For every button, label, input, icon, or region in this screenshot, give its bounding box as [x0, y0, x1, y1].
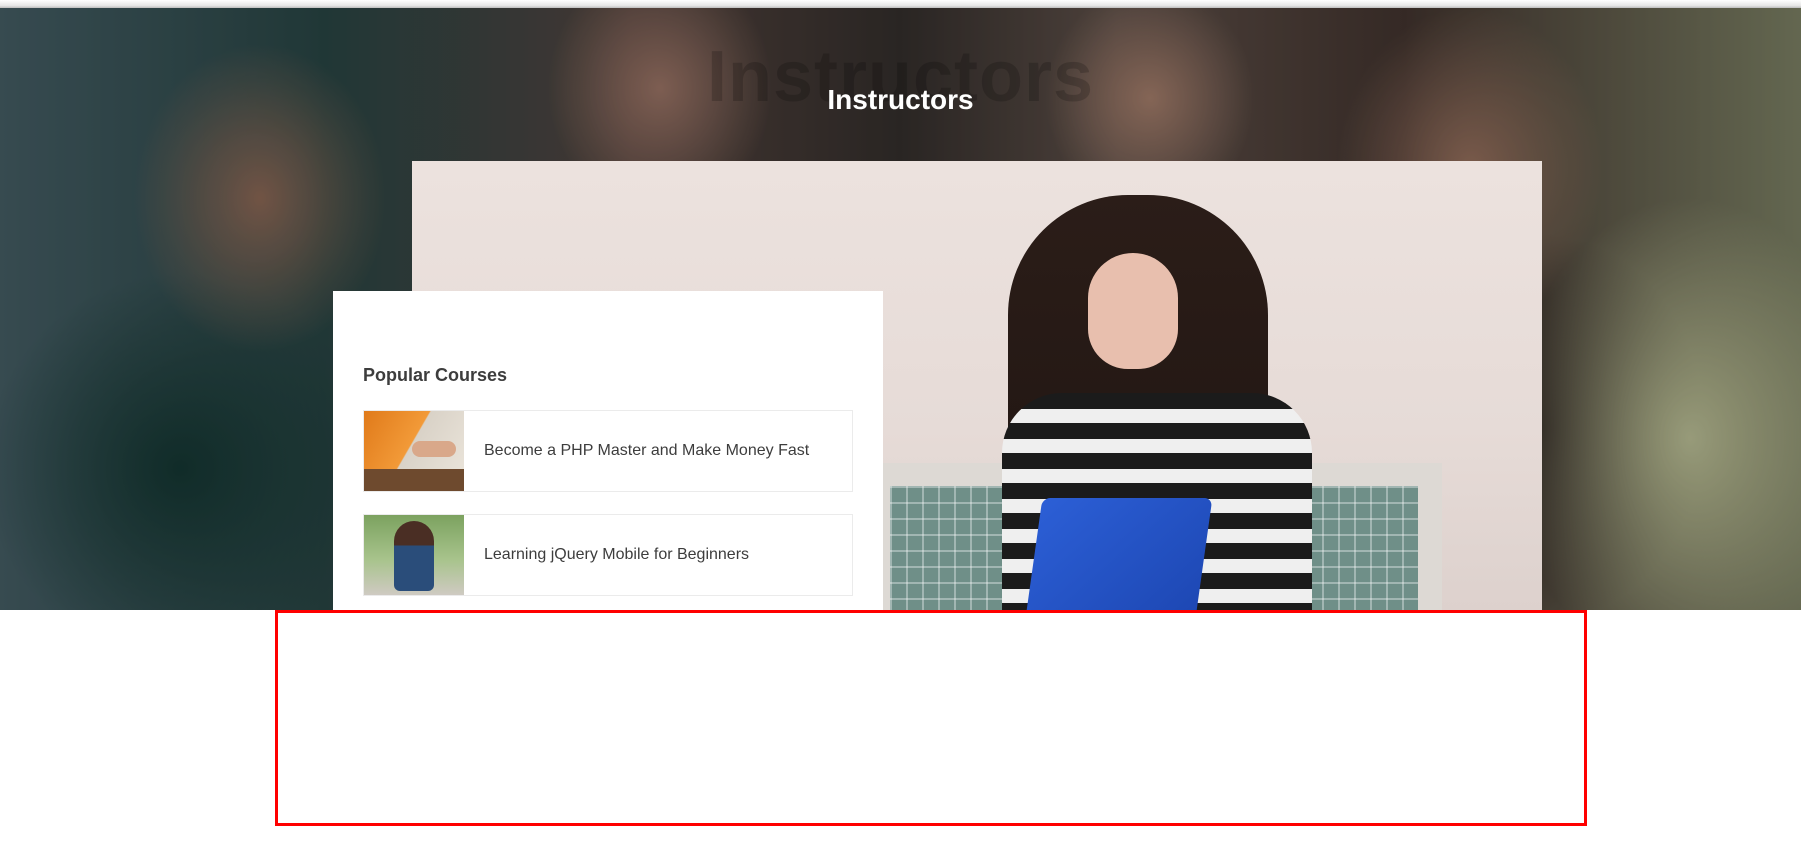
thumbnail-hand [412, 441, 456, 457]
course-thumbnail[interactable] [364, 515, 464, 595]
thumbnail-person [394, 521, 434, 591]
popular-courses-heading: Popular Courses [363, 365, 508, 385]
highlight-box [275, 610, 1587, 826]
course-title-link[interactable]: Learning jQuery Mobile for Beginners [484, 515, 749, 595]
page-title: Instructors [827, 84, 974, 115]
student-face [1088, 253, 1178, 369]
thumbnail-desk [364, 469, 464, 491]
course-item-jquery[interactable]: Learning jQuery Mobile for Beginners [363, 514, 853, 596]
popular-courses-card: Popular Courses Become a PHP Master and … [333, 291, 883, 610]
top-divider [0, 0, 1801, 8]
course-title-link[interactable]: Become a PHP Master and Make Money Fast [484, 411, 809, 491]
blue-tablet [1025, 498, 1213, 610]
course-thumbnail[interactable] [364, 411, 464, 491]
course-item-php[interactable]: Become a PHP Master and Make Money Fast [363, 410, 853, 492]
